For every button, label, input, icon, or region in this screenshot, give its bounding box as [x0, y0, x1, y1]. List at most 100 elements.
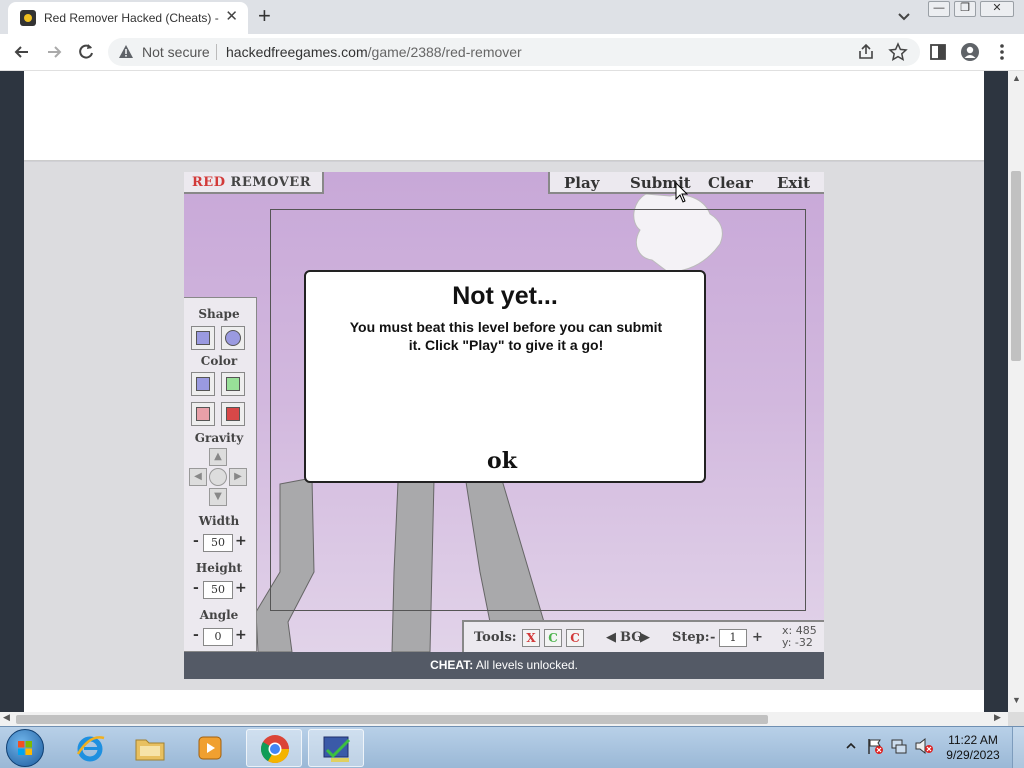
game-logo: RED REMOVER — [192, 175, 311, 190]
pink-swatch-icon — [196, 407, 210, 421]
bg-label: BG — [620, 630, 643, 645]
scroll-left-arrow-icon[interactable]: ◀ — [3, 712, 10, 723]
page-header-area — [24, 71, 984, 161]
chrome-icon — [261, 735, 289, 763]
url-text[interactable]: hackedfreegames.com/game/2388/red-remove… — [226, 44, 522, 60]
clock-date: 9/29/2023 — [946, 748, 1000, 762]
circle-icon — [225, 330, 241, 346]
restore-button[interactable]: ❐ — [954, 1, 976, 17]
width-label: Width — [198, 514, 240, 528]
gravity-right-arrow-icon[interactable]: ▶ — [229, 468, 247, 486]
page-footer-area — [24, 690, 984, 712]
scroll-down-arrow-icon[interactable]: ▼ — [1012, 695, 1021, 705]
warning-triangle-icon[interactable] — [118, 44, 134, 60]
taskbar-game-app[interactable] — [308, 729, 364, 767]
scroll-right-arrow-icon[interactable]: ▶ — [994, 712, 1001, 723]
angle-value-field[interactable]: 0 — [203, 628, 233, 646]
height-decrease-button[interactable]: - — [193, 580, 199, 596]
cheat-label: CHEAT: — [430, 658, 474, 672]
scroll-up-arrow-icon[interactable]: ▲ — [1012, 73, 1021, 83]
address-bar[interactable]: Not secure hackedfreegames.com/game/2388… — [108, 38, 920, 66]
network-icon[interactable] — [890, 737, 908, 755]
clear-button[interactable]: Clear — [708, 174, 753, 192]
coord-y: y: -32 — [782, 636, 813, 649]
gravity-up-arrow-icon[interactable]: ▲ — [209, 448, 227, 466]
square-shape-button[interactable] — [191, 326, 215, 350]
editor-toolbar: Tools: X C C ◀ BG ▶ Step: - 1 + x: 485 y… — [462, 620, 824, 652]
step-decrease-button[interactable]: - — [710, 630, 715, 645]
editor-panel: Shape Color Gravity ▲ ◀ ▶ ▼ Width - 50 +… — [184, 297, 257, 652]
dialog-ok-button[interactable]: ok — [482, 448, 522, 474]
cursor-coordinates: x: 485 y: -32 — [782, 625, 817, 649]
red-remover-game[interactable]: RED REMOVER Play Submit Clear Exit Shape… — [184, 172, 824, 679]
green-color-button[interactable] — [221, 372, 245, 396]
action-center-flag-icon[interactable] — [866, 737, 884, 755]
circle-shape-button[interactable] — [221, 326, 245, 350]
share-icon[interactable] — [856, 42, 876, 62]
horizontal-scroll-thumb[interactable] — [16, 715, 768, 724]
taskbar-file-explorer[interactable] — [122, 729, 178, 767]
vertical-scroll-thumb[interactable] — [1011, 171, 1021, 361]
show-desktop-button[interactable] — [1012, 727, 1024, 768]
site-favicon-icon — [20, 10, 36, 26]
forward-arrow-icon[interactable] — [44, 42, 64, 62]
step-label: Step: — [672, 630, 710, 645]
red-color-button[interactable] — [221, 402, 245, 426]
minimize-button[interactable]: — — [928, 1, 950, 17]
pink-color-button[interactable] — [191, 402, 215, 426]
browser-tab[interactable]: Red Remover Hacked (Cheats) - H ✕ — [8, 2, 248, 34]
close-window-button[interactable]: ✕ — [980, 1, 1014, 17]
vertical-scrollbar[interactable]: ▲ ▼ — [1008, 71, 1024, 712]
folder-icon — [135, 739, 165, 761]
color-label: Color — [200, 354, 238, 368]
horizontal-scrollbar[interactable]: ◀ ▶ — [0, 712, 1008, 726]
blue-color-button[interactable] — [191, 372, 215, 396]
step-increase-button[interactable]: + — [752, 630, 763, 645]
game-app-icon — [323, 736, 351, 762]
exit-button[interactable]: Exit — [777, 174, 810, 192]
green-copy-tool-button[interactable]: C — [544, 629, 562, 647]
url-domain: hackedfreegames.com — [226, 44, 368, 60]
mouse-pointer-icon — [675, 182, 689, 203]
tab-close-icon[interactable]: ✕ — [225, 9, 238, 25]
angle-decrease-button[interactable]: - — [193, 627, 199, 643]
width-increase-button[interactable]: + — [235, 533, 247, 549]
reload-icon[interactable] — [76, 42, 96, 62]
dialog-title: Not yet... — [452, 282, 558, 310]
width-value-field[interactable]: 50 — [203, 534, 233, 552]
back-arrow-icon[interactable] — [12, 42, 32, 62]
gravity-left-arrow-icon[interactable]: ◀ — [189, 468, 207, 486]
side-panel-icon[interactable] — [928, 42, 948, 62]
taskbar-internet-explorer[interactable] — [62, 729, 118, 767]
browser-toolbar: Not secure hackedfreegames.com/game/2388… — [0, 34, 1024, 71]
cheat-text: All levels unlocked. — [473, 658, 578, 672]
gravity-none-circle-icon[interactable] — [209, 468, 227, 486]
browser-menu-icon[interactable] — [992, 42, 1012, 62]
tray-expand-arrow-icon[interactable] — [846, 741, 856, 751]
red-copy-tool-button[interactable]: C — [566, 629, 584, 647]
bg-next-arrow-icon[interactable]: ▶ — [640, 630, 650, 645]
not-secure-label[interactable]: Not secure — [142, 44, 210, 60]
volume-muted-icon[interactable] — [914, 737, 934, 755]
tab-search-chevron-icon[interactable] — [896, 8, 912, 24]
play-button[interactable]: Play — [564, 174, 599, 192]
bookmark-star-icon[interactable] — [888, 42, 908, 62]
red-swatch-icon — [226, 407, 240, 421]
height-increase-button[interactable]: + — [235, 580, 247, 596]
profile-avatar-icon[interactable] — [960, 42, 980, 62]
step-value-field[interactable]: 1 — [719, 629, 747, 647]
system-clock[interactable]: 11:22 AM 9/29/2023 — [940, 733, 1006, 763]
new-tab-button[interactable]: + — [258, 5, 271, 27]
tab-strip: Red Remover Hacked (Cheats) - H ✕ + — ❐ … — [0, 0, 1024, 34]
angle-increase-button[interactable]: + — [235, 627, 247, 643]
taskbar-media-player[interactable] — [182, 729, 238, 767]
page-right-edge — [984, 71, 1008, 712]
width-decrease-button[interactable]: - — [193, 533, 199, 549]
taskbar-chrome[interactable] — [246, 729, 302, 767]
bg-prev-arrow-icon[interactable]: ◀ — [606, 630, 616, 645]
delete-tool-button[interactable]: X — [522, 629, 540, 647]
gravity-down-arrow-icon[interactable]: ▼ — [209, 488, 227, 506]
windows-logo-icon — [18, 741, 32, 755]
start-button[interactable] — [6, 729, 44, 767]
height-value-field[interactable]: 50 — [203, 581, 233, 599]
